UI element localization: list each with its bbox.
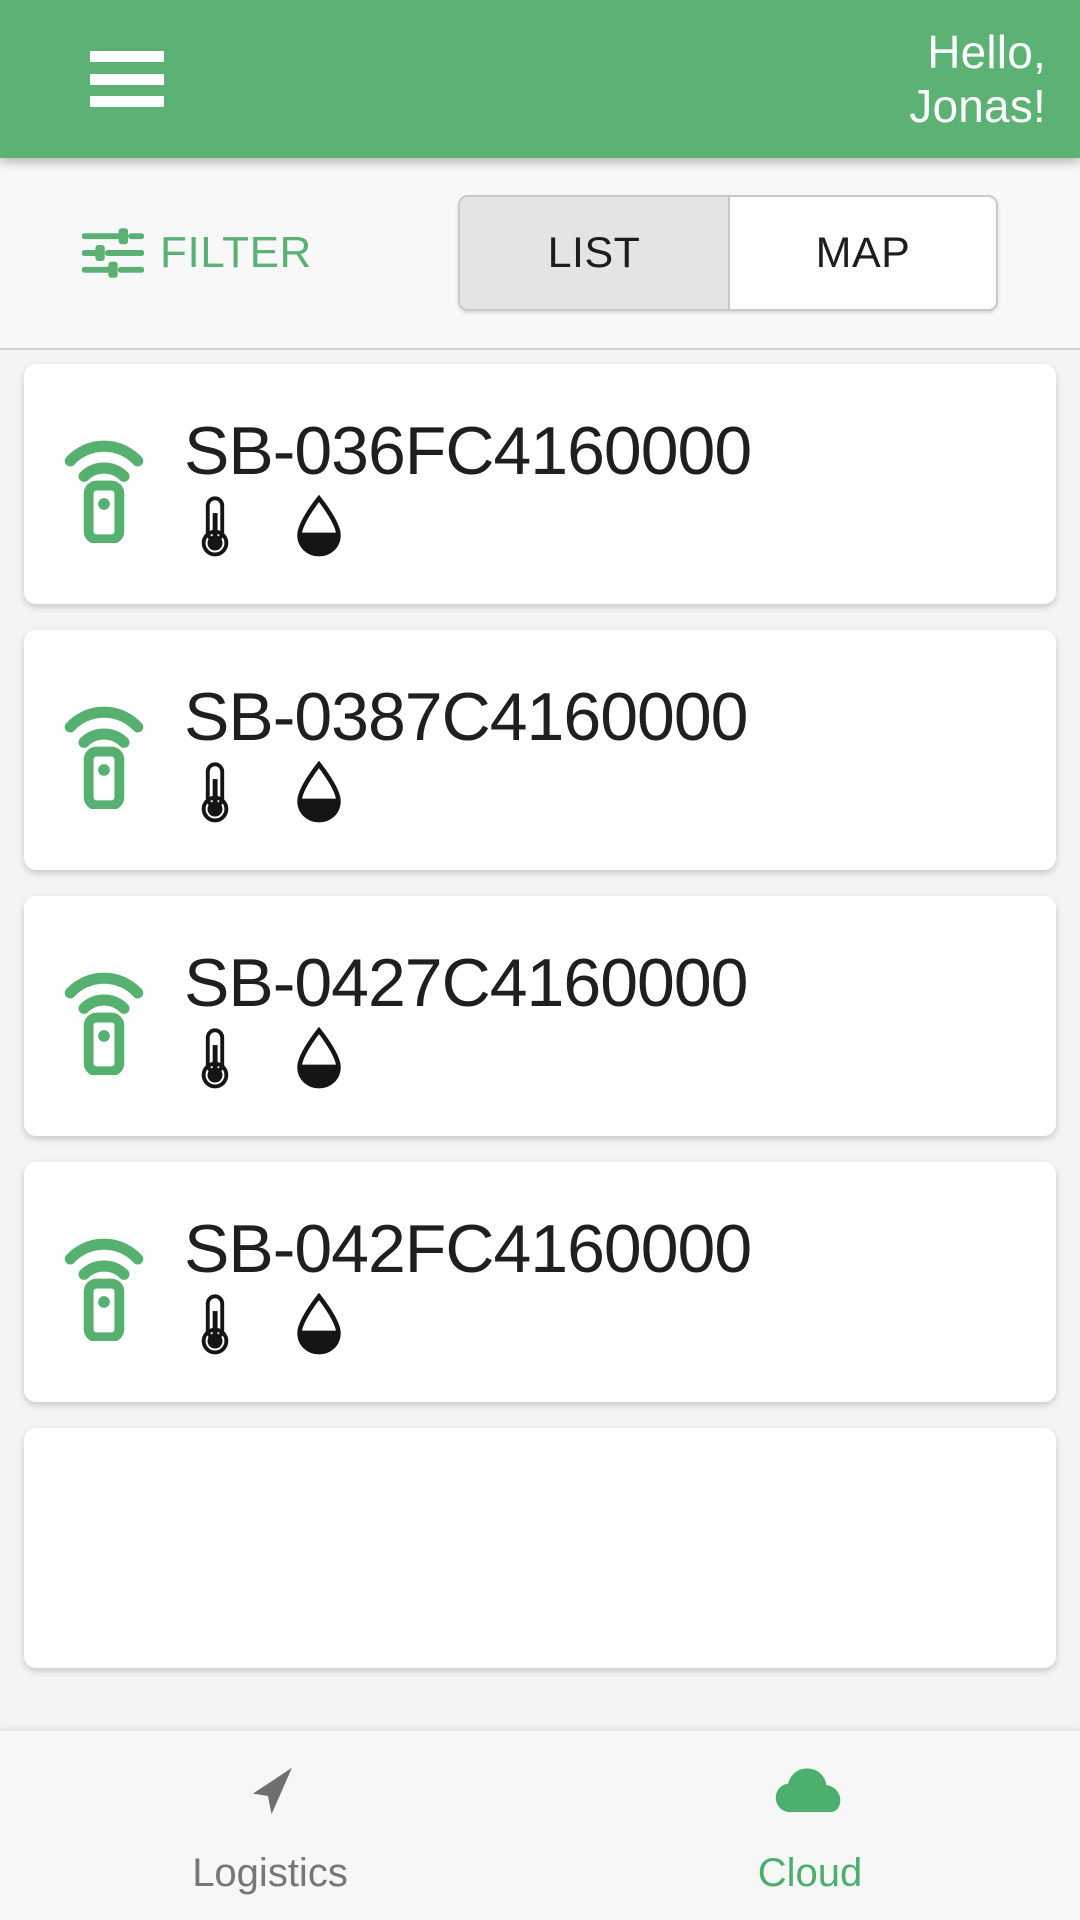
- device-card[interactable]: SB-042FC4160000: [24, 1162, 1056, 1402]
- nav-item-logistics[interactable]: Logistics: [0, 1731, 540, 1920]
- hamburger-menu-icon[interactable]: [90, 51, 164, 107]
- beacon-signal-icon: [64, 706, 144, 809]
- device-status-icon-wrap: [24, 1223, 184, 1341]
- device-status-icon-wrap: [24, 425, 184, 543]
- device-card-body: SB-0427C4160000: [184, 943, 1056, 1089]
- device-name: SB-036FC4160000: [184, 413, 752, 489]
- device-status-icon-wrap: [24, 691, 184, 809]
- beacon-signal-icon: [64, 440, 144, 543]
- humidity-droplet-icon: [297, 495, 341, 557]
- nav-label-logistics: Logistics: [192, 1851, 348, 1895]
- device-sensor-row: [184, 1293, 1056, 1355]
- app-header: Hello, Jonas!: [0, 0, 1080, 158]
- device-name: SB-0427C4160000: [184, 945, 748, 1021]
- humidity-droplet-icon: [297, 1027, 341, 1089]
- device-card[interactable]: SB-036FC4160000: [24, 364, 1056, 604]
- thermometer-icon: [201, 1294, 229, 1355]
- device-name: SB-042FC4160000: [184, 1211, 752, 1287]
- device-card-body: SB-0387C4160000: [184, 677, 1056, 823]
- sliders-filter-icon: [82, 228, 144, 278]
- hamburger-bar-1: [90, 51, 164, 62]
- filter-toolbar: FILTER LIST MAP: [0, 158, 1080, 350]
- device-card[interactable]: [24, 1428, 1056, 1668]
- device-sensor-row: [184, 495, 1056, 557]
- beacon-signal-icon: [64, 1238, 144, 1341]
- tab-map-view[interactable]: MAP: [728, 197, 996, 309]
- view-mode-toggle: LIST MAP: [458, 195, 998, 311]
- device-list[interactable]: SB-036FC4160000 SB-0387C4160000 SB-0427C…: [0, 350, 1080, 1730]
- device-card[interactable]: SB-0427C4160000: [24, 896, 1056, 1136]
- device-card-body: SB-042FC4160000: [184, 1209, 1056, 1355]
- cloud-icon: [773, 1755, 847, 1825]
- greeting-line-2: Jonas!: [909, 80, 1046, 132]
- device-status-icon-wrap: [24, 957, 184, 1075]
- filter-button[interactable]: FILTER: [82, 222, 312, 284]
- navigation-arrow-icon: [233, 1755, 307, 1825]
- bottom-navigation: Logistics Cloud: [0, 1730, 1080, 1920]
- thermometer-icon: [201, 1028, 229, 1089]
- humidity-droplet-icon: [297, 761, 341, 823]
- device-card[interactable]: SB-0387C4160000: [24, 630, 1056, 870]
- nav-label-cloud: Cloud: [757, 1851, 863, 1895]
- user-greeting: Hello, Jonas!: [909, 25, 1046, 133]
- thermometer-icon: [201, 762, 229, 823]
- device-card-body: SB-036FC4160000: [184, 411, 1056, 557]
- device-sensor-row: [184, 1027, 1056, 1089]
- greeting-line-1: Hello,: [927, 26, 1046, 78]
- filter-label: FILTER: [160, 228, 312, 277]
- device-sensor-row: [184, 761, 1056, 823]
- hamburger-bar-3: [90, 96, 164, 107]
- app-root: Hello, Jonas! FILTER LIST MAP SB-036FC41…: [0, 0, 1080, 1920]
- device-name: SB-0387C4160000: [184, 679, 748, 755]
- thermometer-icon: [201, 496, 229, 557]
- nav-item-cloud[interactable]: Cloud: [540, 1731, 1080, 1920]
- beacon-signal-icon: [64, 972, 144, 1075]
- humidity-droplet-icon: [297, 1293, 341, 1355]
- tab-list-view[interactable]: LIST: [460, 197, 728, 309]
- hamburger-bar-2: [90, 73, 164, 85]
